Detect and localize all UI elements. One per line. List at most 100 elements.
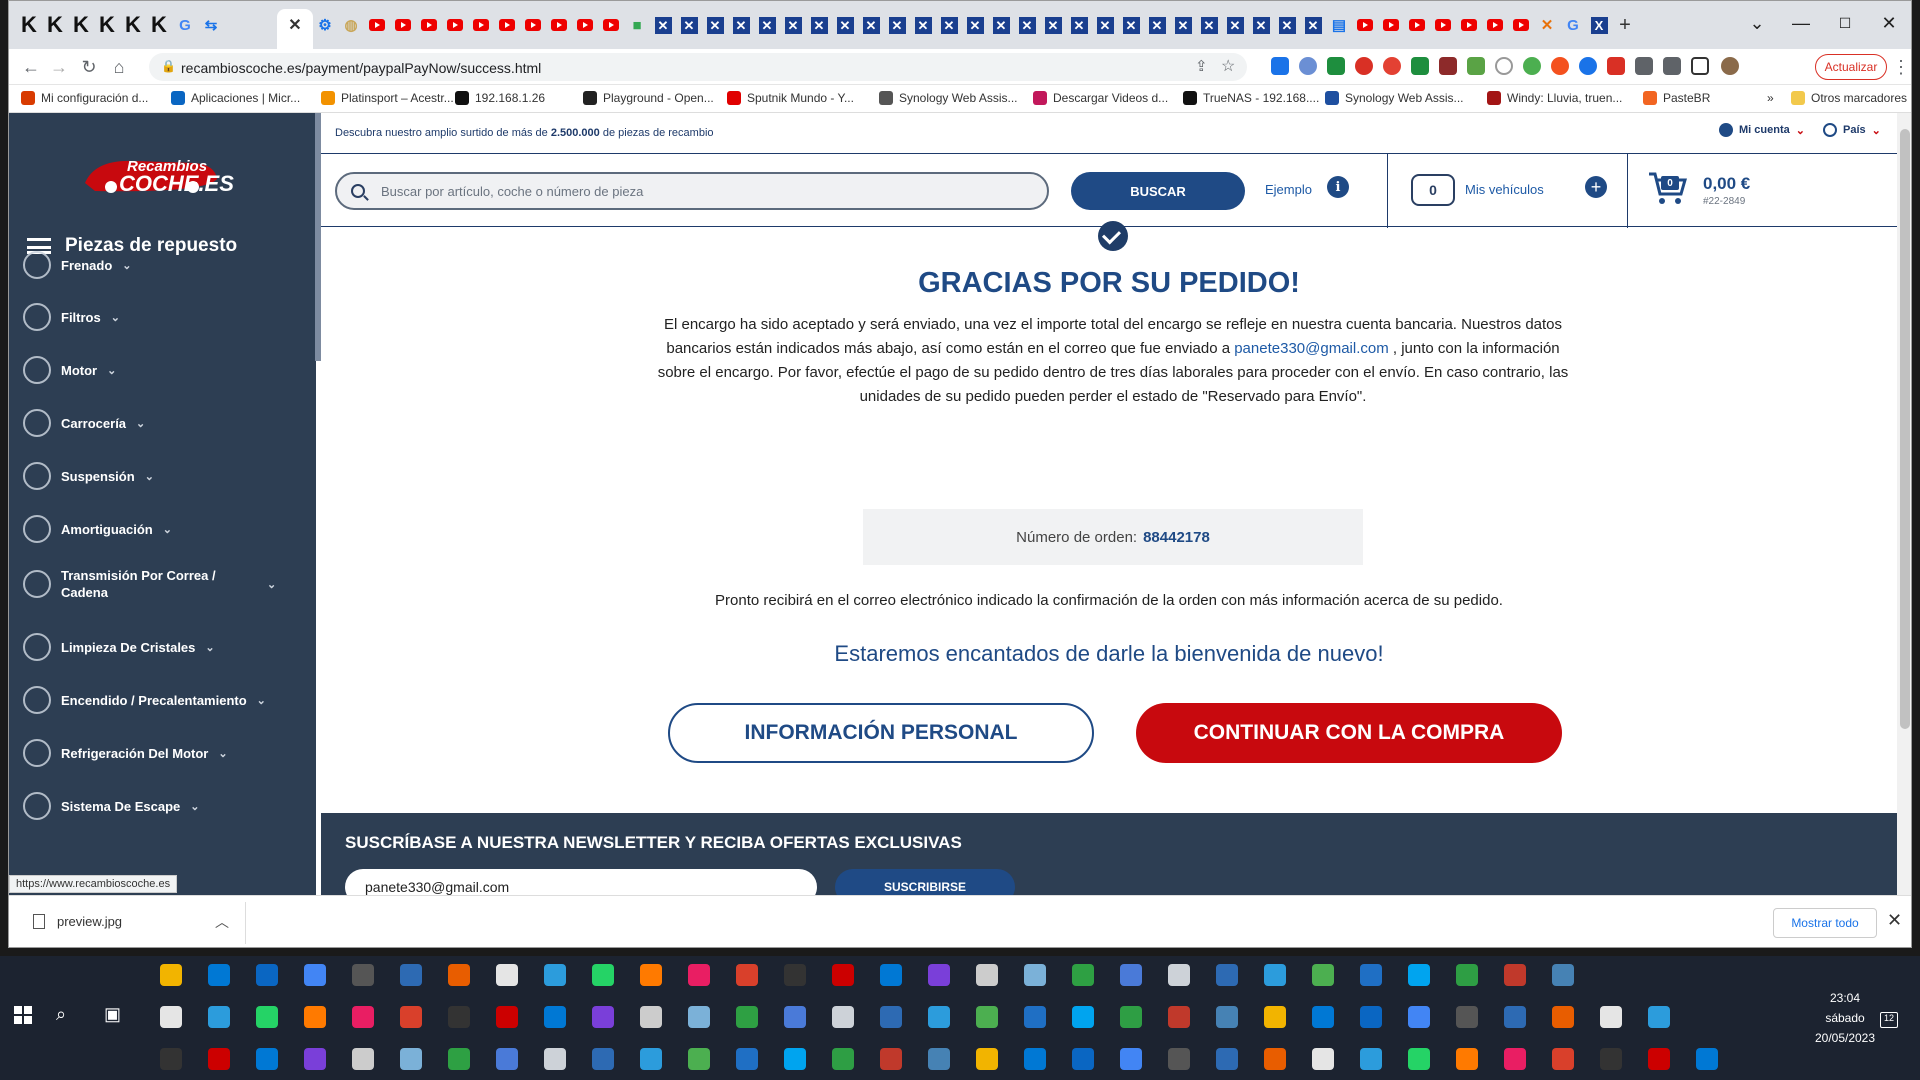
taskbar-app-icon[interactable]: [1552, 1048, 1574, 1070]
taskbar-app-icon[interactable]: [784, 1048, 806, 1070]
tab-youtube-icon[interactable]: [599, 13, 623, 37]
bookmark-item[interactable]: Descargar Videos d...: [1033, 91, 1168, 105]
taskbar-app-icon[interactable]: [1264, 1006, 1286, 1028]
taskbar-app-icon[interactable]: [1504, 964, 1526, 986]
account-menu[interactable]: Mi cuenta ⌄: [1719, 123, 1805, 137]
taskbar-app-icon[interactable]: [928, 964, 950, 986]
sidebar-item-category[interactable]: Motor ⌄: [23, 356, 116, 384]
bookmark-item[interactable]: Sputnik Mundo - Y...: [727, 91, 854, 105]
forward-icon[interactable]: →: [47, 55, 71, 79]
tab-x-icon[interactable]: ✕: [677, 13, 701, 37]
subscribe-button[interactable]: SUSCRIBIRSE: [835, 869, 1015, 895]
taskbar-app-icon[interactable]: [256, 1048, 278, 1070]
taskbar-app-icon[interactable]: [784, 1006, 806, 1028]
taskbar-app-icon[interactable]: [208, 1048, 230, 1070]
taskbar-app-icon[interactable]: [1216, 964, 1238, 986]
sidebar-item-category[interactable]: Suspensión ⌄: [23, 462, 154, 490]
taskbar-app-icon[interactable]: [1024, 1048, 1046, 1070]
tab-youtube-icon[interactable]: [391, 13, 415, 37]
task-view-icon[interactable]: ▣: [104, 1004, 121, 1025]
chevron-down-icon[interactable]: ⌄: [1735, 9, 1779, 37]
bookmark-item[interactable]: Aplicaciones | Micr...: [171, 91, 300, 105]
tab-google-icon[interactable]: G: [173, 13, 197, 37]
extension-icon[interactable]: [1467, 57, 1485, 75]
back-icon[interactable]: ←: [19, 55, 43, 79]
new-tab-icon[interactable]: +: [1613, 13, 1637, 37]
taskbar-app-icon[interactable]: [1120, 1006, 1142, 1028]
taskbar-app-icon[interactable]: [1552, 1006, 1574, 1028]
info-icon[interactable]: i: [1327, 176, 1349, 198]
tab-x-icon[interactable]: ✕: [911, 13, 935, 37]
taskbar-app-icon[interactable]: [880, 1006, 902, 1028]
sidebar-item-category[interactable]: Filtros ⌄: [23, 303, 120, 331]
taskbar-app-icon[interactable]: [1360, 964, 1382, 986]
tab-x-icon[interactable]: ✕: [937, 13, 961, 37]
tab-k-icon[interactable]: K: [43, 12, 67, 37]
tab-x-icon[interactable]: ✕: [1015, 13, 1039, 37]
taskbar-app-icon[interactable]: [1120, 964, 1142, 986]
taskbar-app-icon[interactable]: [1408, 1048, 1430, 1070]
taskbar-app-icon[interactable]: [1456, 1006, 1478, 1028]
taskbar-app-icon[interactable]: [304, 1006, 326, 1028]
taskbar-app-icon[interactable]: [1024, 1006, 1046, 1028]
taskbar-app-icon[interactable]: [592, 1006, 614, 1028]
sidebar-item-category[interactable]: Transmisión Por Correa / Cadena ⌄: [23, 567, 276, 601]
taskbar-app-icon[interactable]: [736, 1006, 758, 1028]
share-icon[interactable]: ⇪: [1195, 57, 1208, 75]
taskbar-app-icon[interactable]: [160, 1006, 182, 1028]
sidebar-item-category[interactable]: Refrigeración Del Motor ⌄: [23, 739, 228, 767]
taskbar-app-icon[interactable]: [928, 1006, 950, 1028]
tab-x-icon[interactable]: ✕: [703, 13, 727, 37]
update-button[interactable]: Actualizar: [1815, 54, 1887, 80]
taskbar-app-icon[interactable]: [832, 1048, 854, 1070]
taskbar-app-icon[interactable]: [784, 964, 806, 986]
tab-x-icon[interactable]: X: [1587, 13, 1611, 37]
taskbar-app-icon[interactable]: [1696, 1048, 1718, 1070]
maximize-icon[interactable]: ☐: [1823, 9, 1867, 37]
tab-x-icon[interactable]: ✕: [885, 13, 909, 37]
tab-x-icon[interactable]: ✕: [1171, 13, 1195, 37]
taskbar-app-icon[interactable]: [1072, 1048, 1094, 1070]
car-icon[interactable]: 0: [1411, 174, 1455, 206]
personal-info-button[interactable]: INFORMACIÓN PERSONAL: [668, 703, 1094, 763]
taskbar-app-icon[interactable]: [1120, 1048, 1142, 1070]
bookmark-item[interactable]: PasteBR: [1643, 91, 1710, 105]
taskbar-app-icon[interactable]: [688, 1006, 710, 1028]
example-link[interactable]: Ejemplo: [1265, 182, 1312, 197]
taskbar-app-icon[interactable]: [1408, 1006, 1430, 1028]
page-scrollbar[interactable]: [1897, 113, 1911, 895]
tab-youtube-icon[interactable]: [521, 13, 545, 37]
taskbar-app-icon[interactable]: [1024, 964, 1046, 986]
tab-youtube-icon[interactable]: [443, 13, 467, 37]
taskbar-app-icon[interactable]: [592, 964, 614, 986]
scrollbar-thumb[interactable]: [1900, 129, 1910, 729]
taskbar-app-icon[interactable]: [544, 1006, 566, 1028]
taskbar-app-icon[interactable]: [640, 964, 662, 986]
taskbar-app-icon[interactable]: [352, 964, 374, 986]
search-button[interactable]: BUSCAR: [1071, 172, 1245, 210]
tab-x-icon[interactable]: ✕: [729, 13, 753, 37]
taskbar-app-icon[interactable]: [1264, 964, 1286, 986]
side-panel-icon[interactable]: [1691, 57, 1709, 75]
puzzle-icon[interactable]: [1635, 57, 1653, 75]
tab-k-icon[interactable]: K: [121, 12, 145, 37]
show-all-button[interactable]: Mostrar todo: [1773, 908, 1877, 938]
tab-youtube-icon[interactable]: [573, 13, 597, 37]
extension-icon[interactable]: [1439, 57, 1457, 75]
tab-youtube-icon[interactable]: [1353, 13, 1377, 37]
tab-youtube-icon[interactable]: [365, 13, 389, 37]
tab-x-icon[interactable]: ✕: [1119, 13, 1143, 37]
taskbar-app-icon[interactable]: [256, 964, 278, 986]
taskbar-app-icon[interactable]: [256, 1006, 278, 1028]
bookmark-item[interactable]: 192.168.1.26: [455, 91, 545, 105]
tab-x-icon[interactable]: ✕: [755, 13, 779, 37]
extension-icon[interactable]: [1355, 57, 1373, 75]
tab-x-icon[interactable]: ✕: [1093, 13, 1117, 37]
taskbar-app-icon[interactable]: [1072, 964, 1094, 986]
tab-gear-icon[interactable]: ⚙: [313, 13, 337, 37]
email-link[interactable]: panete330@gmail.com: [1234, 340, 1388, 357]
taskbar-app-icon[interactable]: [880, 1048, 902, 1070]
taskbar-app-icon[interactable]: [352, 1006, 374, 1028]
taskbar-app-icon[interactable]: [1168, 1006, 1190, 1028]
tab-youtube-icon[interactable]: [469, 13, 493, 37]
